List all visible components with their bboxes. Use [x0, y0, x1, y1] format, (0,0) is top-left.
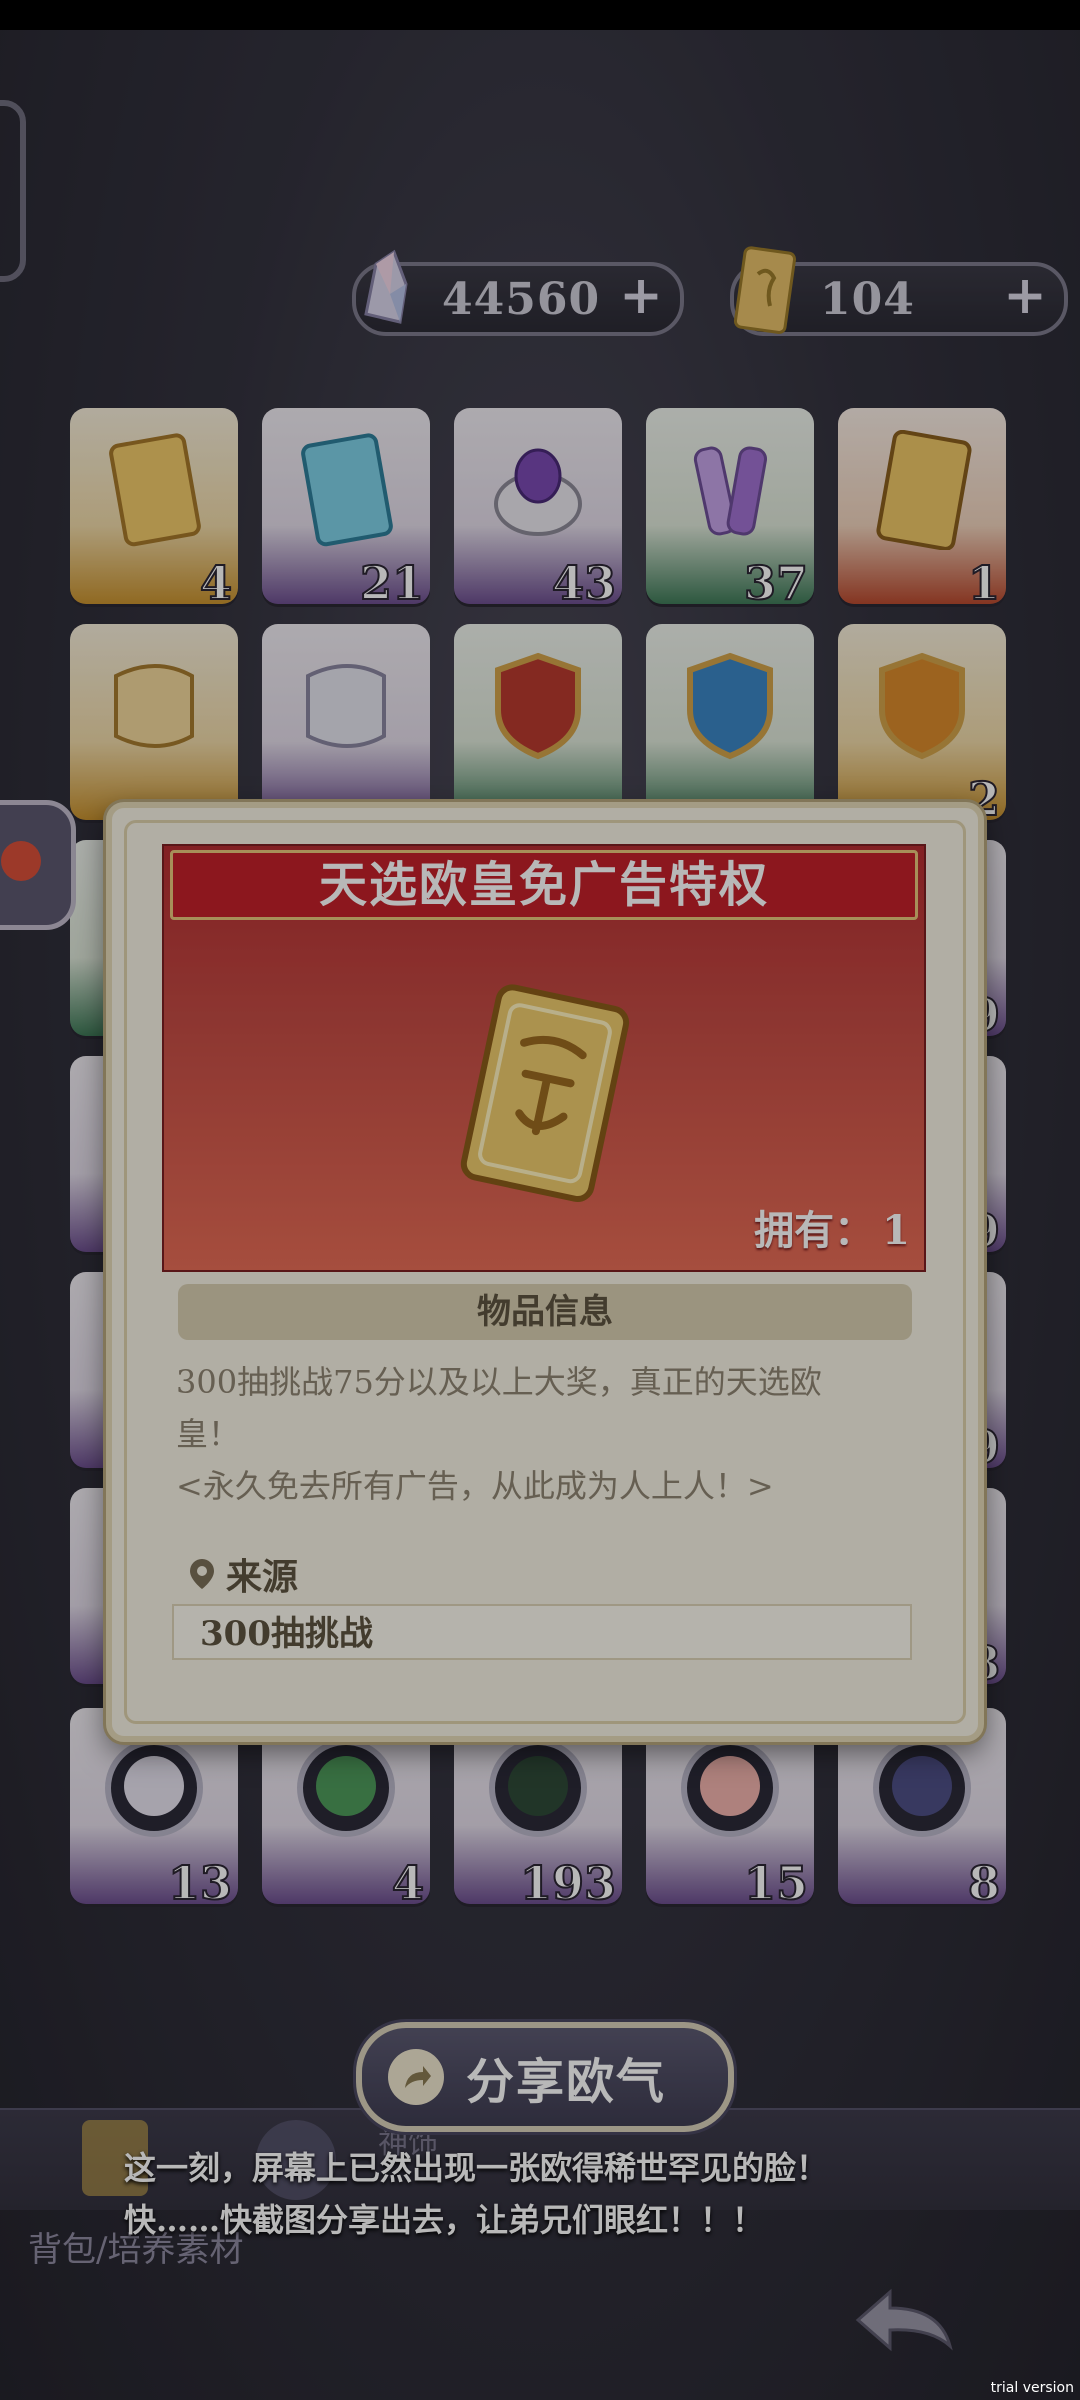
add-crystal-button[interactable]: + [616, 270, 666, 322]
item-count: 21 [359, 555, 425, 611]
crystal-count: 44560 [442, 273, 601, 325]
scroll-icon [306, 664, 386, 748]
inventory-item-gold-scroll[interactable] [70, 624, 238, 820]
character-portrait-icon [681, 1739, 779, 1837]
ticket-count: 104 [820, 273, 915, 325]
character-portrait-icon [297, 1739, 395, 1837]
share-button-label: 分享欧气 [466, 2054, 667, 2110]
item-count: 1 [967, 555, 1001, 611]
description-line: <永久免去所有广告，从此成为人上人！> [176, 1467, 774, 1505]
caption-line-2: 快……快截图分享出去，让弟兄们眼红！！！ [124, 2201, 765, 2239]
item-detail-modal: 天选欧皇免广告特权 拥有： 1 物品信息 300抽挑战75分以及以上大奖，真正的天… [106, 802, 984, 1742]
inventory-item-ticket-xiaoou[interactable]: 4 [70, 408, 238, 611]
free-ad-ticket-icon [109, 433, 201, 547]
trial-watermark: trial version [990, 2380, 1074, 2396]
item-count: 37 [743, 555, 809, 611]
side-tab[interactable] [0, 800, 76, 930]
item-count: 4 [391, 1855, 425, 1911]
item-count: 8 [967, 1855, 1001, 1911]
inventory-item-blue-badge[interactable] [646, 624, 814, 820]
item-title: 天选欧皇免广告特权 [318, 857, 769, 913]
item-count: 43 [551, 555, 617, 611]
item-count: 15 [743, 1855, 809, 1911]
blue-ticket-icon [301, 433, 393, 547]
scroll-icon [114, 664, 194, 748]
inventory-item-egg[interactable]: 43 [454, 408, 622, 611]
description-line: 皇！ [176, 1415, 241, 1453]
shield-icon [687, 652, 773, 760]
inventory-item-red-badge[interactable] [454, 624, 622, 820]
potion-icon [693, 446, 768, 536]
character-portrait-icon [489, 1739, 587, 1837]
free-ad-ticket-icon [876, 430, 972, 550]
ticket-icon [733, 246, 797, 334]
character-portrait-icon [105, 1739, 203, 1837]
crystal-currency-bar: 44560 + [352, 249, 684, 336]
egg-icon [494, 448, 582, 536]
owned-count: 拥有： 1 [754, 1198, 910, 1256]
share-caption: 这一刻，屏幕上已然出现一张欧得稀世罕见的脸！ 快……快截图分享出去，让弟兄们眼红… [124, 2142, 828, 2246]
source-heading: 来源 [188, 1548, 298, 1600]
add-ticket-button[interactable]: + [1000, 270, 1050, 322]
owned-label: 拥有： [754, 1207, 875, 1254]
item-count: 13 [167, 1855, 233, 1911]
inventory-item-silver-scroll[interactable] [262, 624, 430, 820]
item-count: 4 [199, 555, 233, 611]
source-link[interactable]: 300抽挑战 [172, 1604, 912, 1660]
item-count: 193 [519, 1855, 617, 1911]
share-button[interactable]: 分享欧气 [356, 2022, 734, 2132]
item-description: 300抽挑战75分以及以上大奖，真正的天选欧 皇！ <永久免去所有广告，从此成为… [176, 1356, 916, 1512]
crystal-icon [364, 249, 408, 324]
description-line: 300抽挑战75分以及以上大奖，真正的天选欧 [176, 1363, 822, 1401]
caption-line-1: 这一刻，屏幕上已然出现一张欧得稀世罕见的脸！ [124, 2149, 829, 2187]
item-hero-panel: 天选欧皇免广告特权 拥有： 1 [162, 844, 926, 1272]
inventory-item-ticket-mianguang[interactable]: 1 [838, 408, 1006, 611]
side-panel-edge [0, 100, 26, 282]
location-pin-icon [190, 1559, 214, 1589]
character-portrait-icon [873, 1739, 971, 1837]
free-ad-ticket-icon [460, 984, 630, 1202]
inventory-item-orange-badge[interactable]: 2 [838, 624, 1006, 827]
share-icon [388, 2049, 444, 2105]
shield-icon [495, 652, 581, 760]
inventory-item-potion[interactable]: 37 [646, 408, 814, 611]
owned-value: 1 [882, 1207, 910, 1254]
item-info-header: 物品信息 [178, 1284, 912, 1340]
back-arrow-icon[interactable] [850, 2280, 960, 2360]
inventory-item-ticket-xiaofei[interactable]: 21 [262, 408, 430, 611]
shield-icon [879, 652, 965, 760]
source-label: 来源 [226, 1556, 299, 1598]
item-title-bar: 天选欧皇免广告特权 [170, 850, 918, 920]
game-screen: 44560 + 104 + 4 21 43 37 1 2 13 4 193 15… [0, 30, 1080, 2400]
side-tab-icon [1, 841, 41, 881]
ticket-currency-bar: 104 + [730, 246, 1068, 336]
